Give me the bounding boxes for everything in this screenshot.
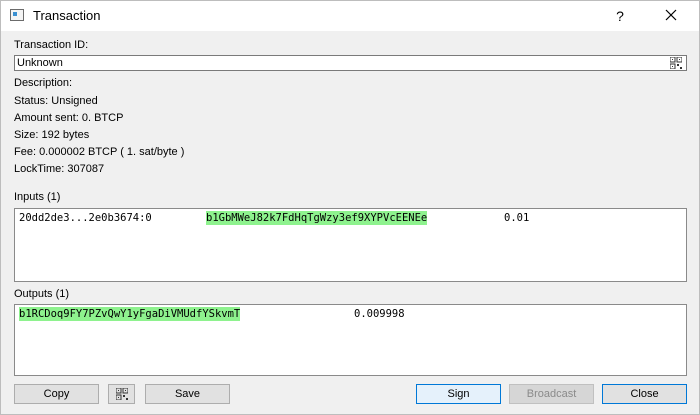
qr-code-button[interactable]: [108, 384, 135, 404]
inputs-label: Inputs (1): [14, 191, 61, 203]
txid-field[interactable]: [14, 55, 687, 71]
transaction-dialog: Transaction ? Transaction ID: De: [0, 0, 700, 415]
close-button[interactable]: Close: [602, 384, 687, 404]
inputs-box[interactable]: 20dd2de3...2e0b3674:0 b1GbMWeJ82k7FdHqTg…: [14, 208, 687, 282]
input-amount: 0.01: [504, 212, 530, 224]
output-row: b1RCDoq9FY7PZvQwY1yFgaDiVMUdfYSkvmT 0.00…: [19, 307, 679, 321]
description-label: Description:: [14, 77, 73, 89]
title-bar: Transaction ?: [1, 1, 699, 31]
broadcast-button[interactable]: Broadcast: [509, 384, 594, 404]
help-button[interactable]: ?: [609, 5, 631, 27]
fee-text: Fee: 0.000002 BTCP ( 1. sat/byte ): [14, 146, 185, 158]
amount-sent-text: Amount sent: 0. BTCP: [14, 112, 124, 124]
window-title: Transaction: [33, 8, 101, 23]
input-address: b1GbMWeJ82k7FdHqTgWzy3ef9XYPVcEENEe: [206, 211, 428, 225]
size-text: Size: 192 bytes: [14, 129, 90, 141]
qr-code-icon[interactable]: [669, 56, 683, 70]
txid-label: Transaction ID:: [14, 39, 89, 51]
copy-button[interactable]: Copy: [14, 384, 99, 404]
window-app-icon: [10, 9, 24, 21]
save-button[interactable]: Save: [145, 384, 230, 404]
close-icon[interactable]: [659, 5, 683, 27]
locktime-text: LockTime: 307087: [14, 163, 105, 175]
outputs-box[interactable]: b1RCDoq9FY7PZvQwY1yFgaDiVMUdfYSkvmT 0.00…: [14, 304, 687, 376]
txid-input[interactable]: [17, 56, 662, 70]
sign-button[interactable]: Sign: [416, 384, 501, 404]
output-amount: 0.009998: [354, 308, 405, 320]
output-address: b1RCDoq9FY7PZvQwY1yFgaDiVMUdfYSkvmT: [19, 307, 241, 321]
input-prevout: 20dd2de3...2e0b3674:0: [19, 212, 152, 224]
qr-code-icon: [115, 388, 128, 400]
input-row: 20dd2de3...2e0b3674:0 b1GbMWeJ82k7FdHqTg…: [19, 211, 679, 225]
outputs-label: Outputs (1): [14, 288, 70, 300]
status-text: Status: Unsigned: [14, 95, 98, 107]
